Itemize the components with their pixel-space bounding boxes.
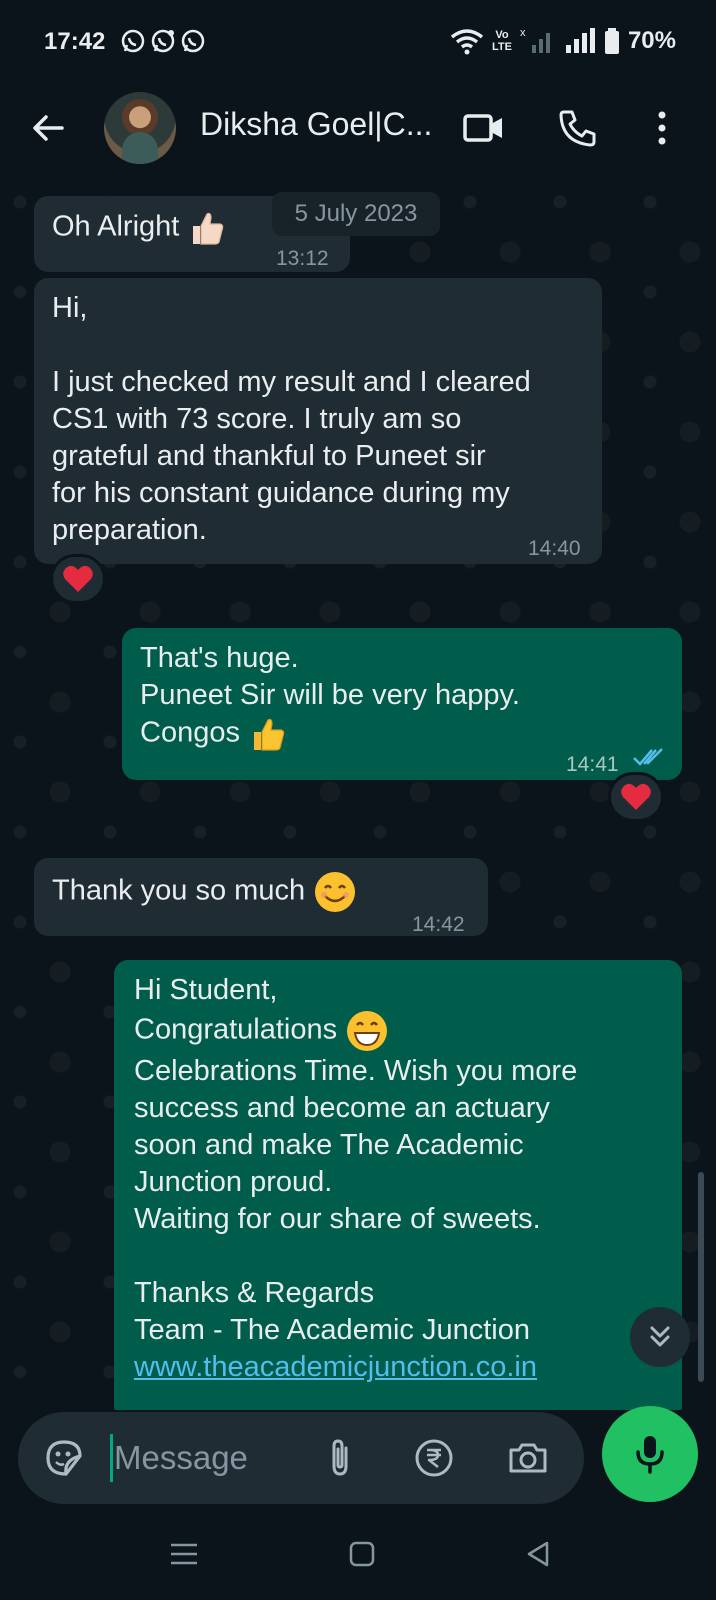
home-icon[interactable] [344,1536,380,1572]
read-ticks-icon [633,748,663,766]
volte-label: Vo [495,29,509,41]
rupee-payment-icon[interactable] [412,1436,456,1480]
message-incoming[interactable]: Hi, I just checked my result and I clear… [34,278,602,564]
more-options-icon[interactable] [640,106,684,150]
thumbs-up-emoji-icon [193,212,224,245]
website-link[interactable]: www.theacademicjunction.co.in [134,1351,537,1383]
message-text: Thank you so much [52,874,306,907]
message-outgoing[interactable]: Hi Student, Congratulations Celebrations… [114,960,682,1410]
reaction-badge[interactable] [608,772,664,822]
date-chip: 5 July 2023 [272,192,440,236]
system-navigation-bar [0,1508,716,1600]
svg-text:x: x [520,27,526,39]
wifi-icon [450,29,484,55]
message-text: Congratulations [134,1013,338,1046]
message-text: Puneet Sir will be very happy. [140,679,520,711]
message-time: 14:42 [412,913,465,936]
avatar-figure [122,132,158,164]
thumbs-up-emoji-icon [254,718,285,751]
grinning-face-emoji-icon [347,1011,388,1051]
status-indicators: Vo LTE x 70% [450,26,676,56]
chat-header: Diksha Goel|C... [0,82,716,182]
battery-percent: 70% [627,27,676,54]
reaction-badge[interactable] [50,554,106,604]
mic-icon [636,1436,664,1474]
message-time: 14:40 [528,537,581,560]
status-time: 17:42 [44,28,106,55]
signal-weak-icon: x [520,27,550,53]
message-time: 13:12 [276,247,329,270]
chat-messages[interactable]: Oh Alright 13:12 5 July 2023 Hi, I just … [0,182,716,1410]
volte-indicator: Vo LTE [492,29,512,53]
message-time: 14:41 [566,753,619,776]
lte-label: LTE [491,41,512,53]
whatsapp-icon [121,29,145,53]
camera-icon[interactable] [506,1436,550,1480]
message-outgoing[interactable]: That's huge. Puneet Sir will be very hap… [122,628,682,780]
message-incoming[interactable]: Thank you so much 14:42 [34,858,488,936]
message-composer [18,1412,584,1504]
back-arrow-icon[interactable] [28,108,68,148]
whatsapp-business-icon [151,29,175,53]
scroll-to-bottom-button[interactable] [630,1307,690,1367]
signal-icon [565,28,595,53]
avatar[interactable] [104,92,176,164]
message-text: Congos [140,716,240,749]
double-chevron-down-icon [650,1326,670,1347]
status-notification-icons [120,28,206,54]
message-text: Oh Alright [52,210,180,243]
message-text: Hi Student, [134,974,278,1006]
voice-call-icon[interactable] [556,106,600,150]
status-bar: 17:42 Vo LTE x 70% [0,0,716,82]
video-call-icon[interactable] [462,106,506,150]
recents-menu-icon[interactable] [166,1536,202,1572]
back-triangle-icon[interactable] [520,1536,556,1572]
heart-icon [621,783,651,810]
whatsapp-icon [181,29,205,53]
message-text: That's huge. [140,642,299,674]
text-cursor [110,1434,113,1482]
scrollbar[interactable] [698,1172,704,1382]
smiling-face-emoji-icon [315,872,356,912]
attach-icon[interactable] [318,1436,362,1480]
message-input[interactable] [114,1430,314,1486]
battery-icon [604,28,619,54]
heart-icon [63,565,93,592]
message-text: Hi, I just checked my result and I clear… [52,292,531,546]
contact-name[interactable]: Diksha Goel|C... [200,106,440,143]
mic-button[interactable] [602,1406,698,1502]
message-text: Celebrations Time. Wish you more success… [134,1055,578,1346]
sticker-icon[interactable] [42,1436,86,1480]
